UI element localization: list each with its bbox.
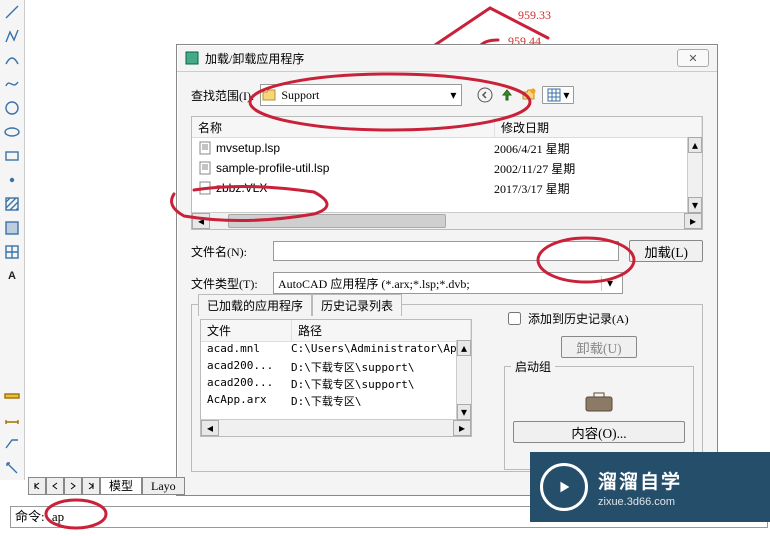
arc-tool[interactable] bbox=[1, 49, 23, 71]
file-date: 2002/11/27 星期 bbox=[488, 160, 702, 177]
dialog-title: 加载/卸载应用程序 bbox=[205, 50, 677, 67]
ellipse-tool[interactable] bbox=[1, 121, 23, 143]
startup-group-label: 启动组 bbox=[511, 358, 555, 375]
watermark-title: 溜溜自学 bbox=[598, 467, 682, 494]
dropdown-arrow-icon: ▾ bbox=[445, 88, 461, 102]
filetype-label: 文件类型(T): bbox=[191, 275, 263, 292]
spline-tool[interactable] bbox=[1, 73, 23, 95]
loaded-row[interactable]: acad.mnlC:\Users\Administrator\Ap... bbox=[201, 342, 471, 359]
app-icon bbox=[185, 51, 199, 65]
command-prompt: 命令: bbox=[15, 509, 45, 524]
file-list-vscroll[interactable]: ▴▾ bbox=[687, 137, 702, 213]
load-unload-dialog: 加载/卸载应用程序 ✕ 查找范围(I): Support ▾ ▾ bbox=[176, 44, 718, 496]
circle-tool[interactable] bbox=[1, 97, 23, 119]
play-icon bbox=[540, 463, 588, 511]
rectangle-tool[interactable] bbox=[1, 145, 23, 167]
loaded-row[interactable]: AcApp.arxD:\下载专区\ bbox=[201, 393, 471, 410]
column-file[interactable]: 文件 bbox=[201, 320, 292, 341]
back-icon[interactable] bbox=[476, 86, 494, 104]
close-button[interactable]: ✕ bbox=[677, 49, 709, 67]
text-tool[interactable]: A bbox=[1, 265, 23, 287]
file-name: sample-profile-util.lsp bbox=[216, 161, 329, 175]
file-date: 2006/4/21 星期 bbox=[488, 140, 702, 157]
tab-loaded-apps[interactable]: 已加载的应用程序 bbox=[198, 294, 312, 316]
file-list-hscroll[interactable]: ◂▸ bbox=[192, 212, 702, 229]
loaded-row[interactable]: acad200...D:\下载专区\support\ bbox=[201, 376, 471, 393]
filename-label: 文件名(N): bbox=[191, 243, 263, 260]
tab-model[interactable]: 模型 bbox=[100, 477, 142, 495]
file-row[interactable]: sample-profile-util.lsp 2002/11/27 星期 bbox=[192, 158, 702, 178]
loaded-hscroll[interactable]: ◂▸ bbox=[201, 419, 471, 436]
watermark-url: zixue.3d66.com bbox=[598, 496, 682, 508]
tab-history[interactable]: 历史记录列表 bbox=[312, 294, 402, 316]
loaded-apps-table[interactable]: 文件 路径 acad.mnlC:\Users\Administrator\Ap.… bbox=[200, 319, 472, 437]
region-tool[interactable] bbox=[1, 217, 23, 239]
filename-input[interactable] bbox=[273, 241, 619, 261]
file-date: 2017/3/17 星期 bbox=[488, 180, 702, 197]
tab-nav-next[interactable] bbox=[64, 477, 82, 495]
dimension-text: 959.33 bbox=[518, 8, 551, 23]
measure-tool[interactable] bbox=[1, 457, 23, 479]
folder-icon bbox=[261, 87, 277, 103]
file-icon bbox=[198, 161, 212, 175]
column-name[interactable]: 名称 bbox=[192, 117, 495, 137]
polyline-tool[interactable] bbox=[1, 25, 23, 47]
look-in-label: 查找范围(I): bbox=[191, 87, 254, 104]
folder-dropdown[interactable]: Support ▾ bbox=[260, 84, 462, 106]
tab-layout1[interactable]: Layo bbox=[142, 477, 185, 495]
dropdown-arrow-icon: ▾ bbox=[601, 276, 618, 291]
file-list[interactable]: 名称 修改日期 mvsetup.lsp 2006/4/21 星期 sample-… bbox=[191, 116, 703, 230]
file-name: zbbz.VLX bbox=[216, 181, 267, 195]
command-value: ap bbox=[52, 509, 64, 524]
hatch-tool[interactable] bbox=[1, 193, 23, 215]
load-button[interactable]: 加载(L) bbox=[629, 240, 703, 262]
folder-selected: Support bbox=[277, 88, 445, 103]
loaded-vscroll[interactable]: ▴▾ bbox=[456, 340, 471, 420]
unload-button[interactable]: 卸载(U) bbox=[561, 336, 636, 358]
dialog-titlebar: 加载/卸载应用程序 ✕ bbox=[177, 45, 717, 72]
column-path[interactable]: 路径 bbox=[292, 320, 471, 341]
file-row[interactable]: mvsetup.lsp 2006/4/21 星期 bbox=[192, 138, 702, 158]
new-folder-icon[interactable] bbox=[520, 86, 538, 104]
file-name: mvsetup.lsp bbox=[216, 141, 280, 155]
loaded-row[interactable]: acad200...D:\下载专区\support\ bbox=[201, 359, 471, 376]
file-icon bbox=[198, 141, 212, 155]
draw-toolbar: A bbox=[0, 0, 25, 480]
file-icon bbox=[198, 181, 212, 195]
add-to-history-checkbox[interactable]: 添加到历史记录(A) bbox=[504, 309, 694, 328]
loaded-apps-group: 已加载的应用程序 历史记录列表 文件 路径 acad.mnlC:\Users\A… bbox=[191, 304, 703, 472]
column-date[interactable]: 修改日期 bbox=[495, 117, 702, 137]
line-tool[interactable] bbox=[1, 1, 23, 23]
watermark: 溜溜自学 zixue.3d66.com bbox=[530, 452, 770, 522]
contents-button[interactable]: 内容(O)... bbox=[513, 421, 685, 443]
file-row[interactable]: zbbz.VLX 2017/3/17 星期 bbox=[192, 178, 702, 198]
leader-tool[interactable] bbox=[1, 433, 23, 455]
filetype-value: AutoCAD 应用程序 (*.arx;*.lsp;*.dvb; bbox=[278, 275, 470, 292]
ruler-tool[interactable] bbox=[1, 385, 23, 407]
layout-tabs: 模型 Layo bbox=[28, 476, 185, 496]
up-folder-icon[interactable] bbox=[498, 86, 516, 104]
filetype-combo[interactable]: AutoCAD 应用程序 (*.arx;*.lsp;*.dvb; ▾ bbox=[273, 272, 623, 294]
briefcase-icon[interactable] bbox=[584, 391, 614, 413]
view-menu-button[interactable]: ▾ bbox=[542, 86, 574, 104]
tab-nav-first[interactable] bbox=[28, 477, 46, 495]
table-tool[interactable] bbox=[1, 241, 23, 263]
point-tool[interactable] bbox=[1, 169, 23, 191]
tab-nav-last[interactable] bbox=[82, 477, 100, 495]
tab-nav-prev[interactable] bbox=[46, 477, 64, 495]
dimension-tool[interactable] bbox=[1, 409, 23, 431]
